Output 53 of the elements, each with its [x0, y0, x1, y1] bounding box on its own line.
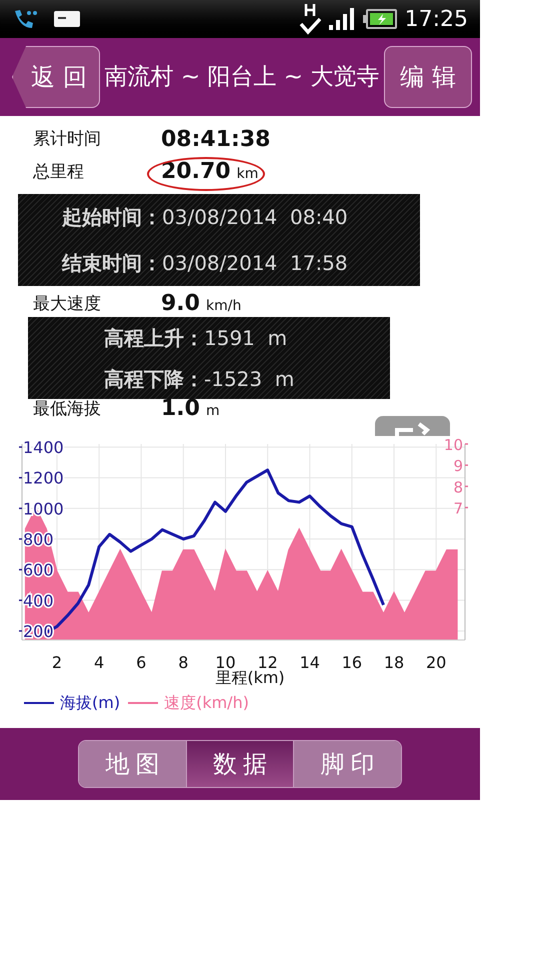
stat-label: 总里程 — [33, 160, 85, 184]
popup-value: 03/08/2014 17:58 — [162, 250, 348, 277]
x-tick-label: 6 — [136, 653, 146, 672]
stat-label: 累计时间 — [33, 128, 102, 151]
x-tick-label: 2 — [52, 653, 62, 672]
edit-button[interactable]: 编辑 — [384, 46, 472, 108]
x-tick-label: 12 — [257, 653, 278, 672]
x-tick-label: 20 — [426, 653, 446, 672]
x-tick-label: 14 — [300, 653, 320, 672]
signal-icon — [328, 8, 355, 30]
stat-unit: m — [206, 402, 220, 420]
popup-label: 高程上升： — [104, 324, 204, 352]
message-icon — [54, 10, 80, 28]
hspa-check-icon — [298, 2, 321, 36]
right-tick-label: 10 — [444, 436, 463, 454]
page-title: 南流村 ~ 阳台上 ~ 大觉寺 — [104, 62, 380, 92]
popup-value: 03/08/2014 08:40 — [162, 204, 348, 231]
tab[interactable]: 数据 — [186, 741, 294, 787]
stat-unit: km — [236, 164, 258, 184]
stat-unit: km/h — [206, 296, 242, 316]
tab[interactable]: 脚印 — [293, 741, 401, 787]
y-tick-label: 1200 — [23, 468, 64, 488]
stat-value: 9.0 — [161, 292, 200, 314]
battery-icon — [362, 9, 397, 29]
x-tick-label: 18 — [384, 653, 404, 672]
x-tick-label: 10 — [215, 653, 236, 672]
legend-label: 海拔(m) — [60, 692, 120, 714]
popup-label: 高程下降： — [104, 366, 204, 392]
back-button[interactable]: 返回 — [12, 46, 100, 108]
stat-label: 最低海拔 — [33, 398, 102, 421]
x-tick-label: 16 — [342, 653, 362, 672]
status-time: 17:25 — [404, 6, 468, 34]
x-axis-title: 里程(km) — [215, 669, 285, 687]
right-tick-label: 9 — [453, 457, 463, 476]
x-tick-label: 4 — [94, 653, 104, 672]
y-tick-label: 1000 — [23, 499, 64, 518]
phone-icon — [12, 8, 38, 30]
stat-label: 最大速度 — [33, 292, 102, 316]
right-tick-label: 7 — [453, 500, 463, 518]
x-tick-label: 8 — [178, 653, 188, 672]
stat-value: 20.70 — [161, 160, 231, 182]
stat-value: 08:41:38 — [161, 128, 270, 150]
popup-value: 1591 m — [204, 324, 288, 352]
popup-label: 起始时间： — [62, 204, 162, 231]
tab[interactable]: 地图 — [79, 741, 186, 787]
legend-line-icon — [24, 702, 54, 704]
y-tick-label: 1400 — [23, 438, 64, 458]
legend-line-icon — [128, 702, 158, 704]
popup-label: 结束时间： — [62, 250, 162, 277]
popup-value: -1523 m — [204, 366, 294, 392]
right-tick-label: 8 — [453, 478, 463, 496]
stat-value: 1.0 — [161, 398, 200, 420]
legend-label: 速度(km/h) — [164, 692, 249, 714]
